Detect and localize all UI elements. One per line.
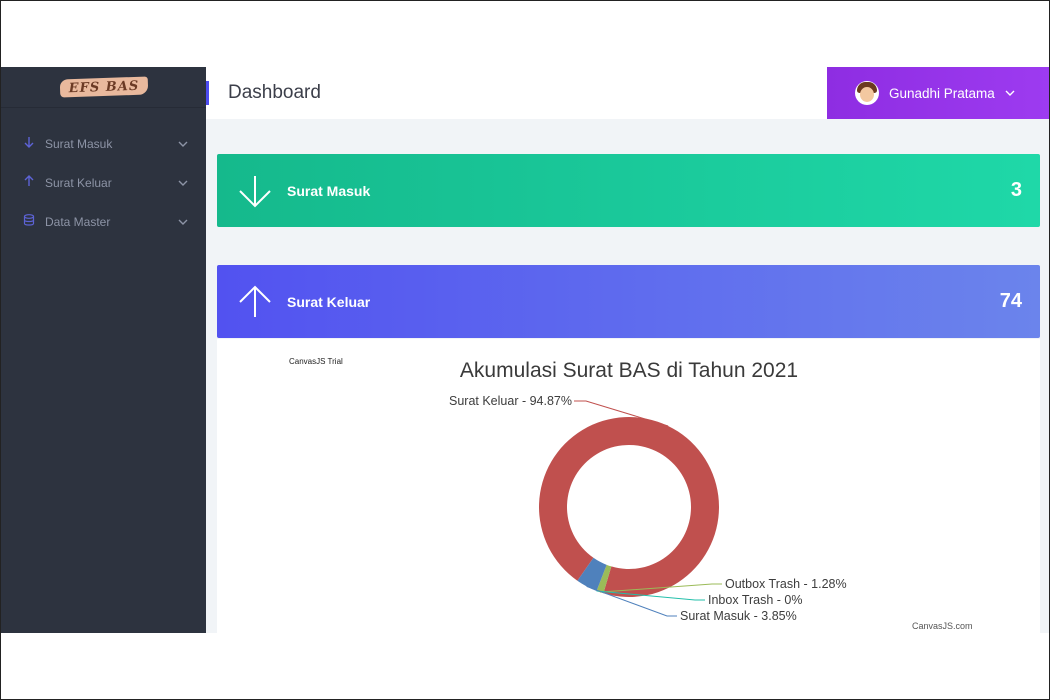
chart-credit-label: CanvasJS.com [912, 621, 973, 631]
data-label-surat-keluar: Surat Keluar - 94.87% [449, 394, 572, 408]
sidebar-item-label: Data Master [45, 214, 111, 229]
sidebar-item-surat-masuk[interactable]: Surat Masuk [1, 124, 206, 163]
doughnut-chart: CanvasJS Trial CanvasJS.com Akumulasi Sura… [289, 357, 973, 631]
app-shell: EFS BAS Surat Masuk Surat Keluar Data Ma… [1, 67, 1049, 633]
chart-trial-label: CanvasJS Trial [289, 357, 343, 366]
surat-masuk-card[interactable]: Surat Masuk 3 [217, 154, 1040, 227]
title-accent-bar [206, 81, 209, 105]
chevron-down-icon [178, 141, 188, 147]
sidebar-item-data-master[interactable]: Data Master [1, 202, 206, 241]
topbar: Dashboard Gunadhi Pratama [206, 67, 1049, 119]
database-icon [23, 214, 39, 229]
arrow-down-icon [23, 136, 39, 151]
sidebar-item-surat-keluar[interactable]: Surat Keluar [1, 163, 206, 202]
data-label-outbox-trash: Outbox Trash - 1.28% [725, 577, 847, 591]
sidebar-item-label: Surat Keluar [45, 175, 112, 190]
app-logo[interactable]: EFS BAS [59, 76, 148, 98]
card-label: Surat Keluar [287, 293, 371, 310]
arrow-up-icon [239, 285, 271, 317]
data-label-inbox-trash: Inbox Trash - 0% [708, 593, 803, 607]
card-count: 3 [1010, 179, 1022, 201]
sidebar-item-label: Surat Masuk [45, 136, 113, 151]
arrow-down-icon [239, 175, 271, 207]
avatar [855, 81, 879, 105]
chevron-down-icon [178, 219, 188, 225]
slice-surat-keluar [539, 417, 719, 597]
chart-panel: CanvasJS Trial CanvasJS.com Akumulasi Sura… [217, 339, 1040, 633]
data-label-surat-masuk: Surat Masuk - 3.85% [680, 609, 797, 623]
user-menu-button[interactable]: Gunadhi Pratama [827, 67, 1049, 119]
logo-area: EFS BAS [1, 67, 206, 108]
chevron-down-icon [1005, 90, 1015, 96]
chevron-down-icon [178, 180, 188, 186]
card-label: Surat Masuk [287, 182, 371, 199]
page-title: Dashboard [228, 82, 321, 103]
surat-keluar-card[interactable]: Surat Keluar 74 [217, 265, 1040, 338]
sidebar-menu: Surat Masuk Surat Keluar Data Master [1, 124, 206, 241]
chart-title: Akumulasi Surat BAS di Tahun 2021 [460, 359, 798, 382]
arrow-up-icon [23, 175, 39, 190]
sidebar: EFS BAS Surat Masuk Surat Keluar Data Ma… [1, 67, 206, 633]
card-count: 74 [999, 290, 1022, 312]
user-name: Gunadhi Pratama [889, 85, 995, 101]
